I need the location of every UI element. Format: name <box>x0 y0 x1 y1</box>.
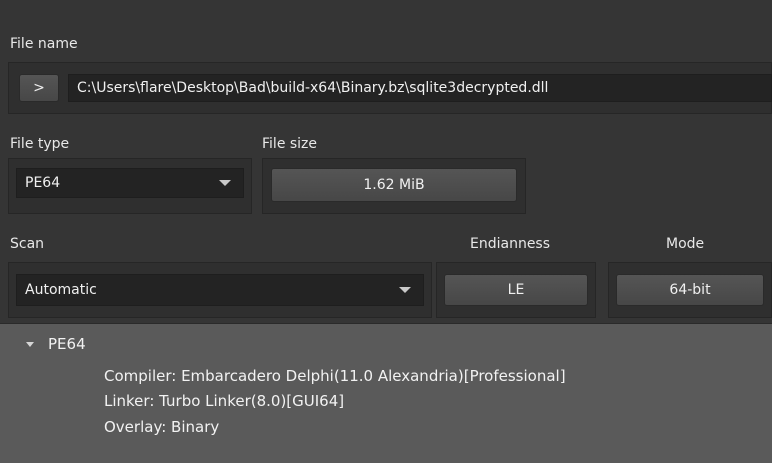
chevron-down-icon <box>219 180 231 186</box>
scan-select[interactable]: Automatic <box>16 274 424 306</box>
scan-selected: Automatic <box>25 282 97 298</box>
tree-item-overlay[interactable]: Overlay: Binary <box>104 418 219 436</box>
mode-label: Mode <box>666 236 705 252</box>
file-type-select[interactable]: PE64 <box>16 168 244 198</box>
mode-button[interactable]: 64-bit <box>616 274 764 306</box>
expand-arrow-icon[interactable] <box>26 341 34 347</box>
file-size-button[interactable]: 1.62 MiB <box>271 168 517 202</box>
file-type-selected: PE64 <box>25 175 61 191</box>
endianness-label: Endianness <box>470 236 551 252</box>
file-path-input[interactable]: C:\Users\flare\Desktop\Bad\build-x64\Bin… <box>68 74 772 102</box>
tree-item-compiler[interactable]: Compiler: Embarcadero Delphi(11.0 Alexan… <box>104 367 566 385</box>
die-main-window: File name > C:\Users\flare\Desktop\Bad\b… <box>0 0 772 463</box>
endianness-button[interactable]: LE <box>444 274 588 306</box>
file-size-label: File size <box>262 136 318 152</box>
tree-item-linker[interactable]: Linker: Turbo Linker(8.0)[GUI64] <box>104 392 344 410</box>
scan-results-tree[interactable]: PE64 Compiler: Embarcadero Delphi(11.0 A… <box>0 323 772 463</box>
scan-label: Scan <box>10 236 45 252</box>
tree-item-pe64[interactable]: PE64 <box>26 335 86 353</box>
file-type-label: File type <box>10 136 70 152</box>
open-file-button[interactable]: > <box>19 74 59 102</box>
file-name-label: File name <box>10 36 78 52</box>
tree-item-label: PE64 <box>48 335 86 353</box>
chevron-down-icon <box>399 287 411 293</box>
